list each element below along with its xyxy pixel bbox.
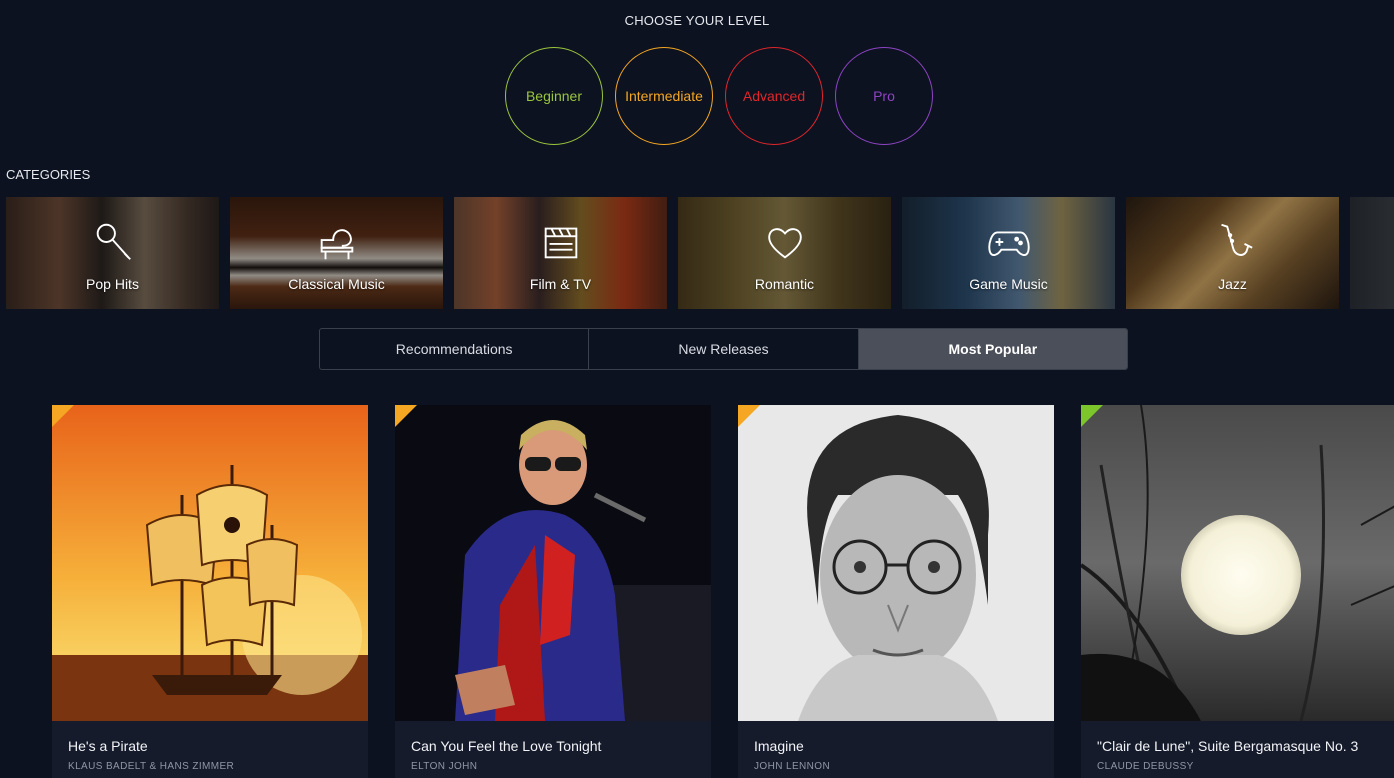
song-title: He's a Pirate [68, 738, 148, 754]
category-classical-music[interactable]: Classical Music [230, 197, 443, 309]
level-pro-button[interactable]: Pro [835, 47, 933, 145]
category-game-music[interactable]: Game Music [902, 197, 1115, 309]
difficulty-corner-marker [52, 405, 74, 427]
song-card[interactable]: Can You Feel the Love Tonight ELTON JOHN [395, 405, 711, 778]
tab-new-releases[interactable]: New Releases [589, 329, 859, 369]
level-intermediate-button[interactable]: Intermediate [615, 47, 713, 145]
categories-carousel: Pop Hits Classical Music Film & TV Roman… [6, 197, 1394, 309]
song-title: Can You Feel the Love Tonight [411, 738, 602, 754]
song-list-tabs: Recommendations New Releases Most Popula… [319, 328, 1128, 370]
category-label: Pop Hits [86, 276, 139, 292]
song-artist: JOHN LENNON [754, 761, 831, 772]
category-label: Game Music [969, 276, 1048, 292]
song-list: He's a Pirate KLAUS BADELT & HANS ZIMMER [52, 405, 1394, 778]
gamepad-icon [987, 231, 1030, 256]
tab-recommendations[interactable]: Recommendations [320, 329, 590, 369]
category-romantic[interactable]: Romantic [678, 197, 891, 309]
category-label: Romantic [754, 276, 815, 292]
song-title: Imagine [754, 738, 804, 754]
song-artist: CLAUDE DEBUSSY [1097, 761, 1194, 772]
category-jazz[interactable]: Jazz [1126, 197, 1339, 309]
difficulty-corner-marker [1081, 405, 1103, 427]
song-card[interactable]: Imagine JOHN LENNON [738, 405, 1054, 778]
song-title: "Clair de Lune", Suite Bergamasque No. 3 [1097, 738, 1359, 754]
tab-most-popular[interactable]: Most Popular [858, 329, 1127, 369]
category-label: Classical Music [288, 276, 385, 292]
categories-title: CATEGORIES [6, 167, 91, 182]
song-artwork [52, 405, 368, 721]
category-film-tv[interactable]: Film & TV [454, 197, 667, 309]
level-selector: Beginner Intermediate Advanced Pro [505, 47, 933, 145]
category-next-partial[interactable] [1350, 197, 1394, 309]
category-label: Jazz [1218, 276, 1247, 292]
song-artwork [395, 405, 711, 721]
song-artist: KLAUS BADELT & HANS ZIMMER [68, 761, 235, 772]
song-artwork [1081, 405, 1394, 721]
difficulty-corner-marker [395, 405, 417, 427]
category-label: Film & TV [529, 276, 592, 292]
level-advanced-button[interactable]: Advanced [725, 47, 823, 145]
saxophone-icon [1220, 223, 1253, 256]
level-section-title: CHOOSE YOUR LEVEL [624, 13, 770, 28]
difficulty-corner-marker [738, 405, 760, 427]
grand-piano-icon [320, 229, 353, 260]
song-card[interactable]: "Clair de Lune", Suite Bergamasque No. 3… [1081, 405, 1394, 778]
song-card[interactable]: He's a Pirate KLAUS BADELT & HANS ZIMMER [52, 405, 368, 778]
level-beginner-button[interactable]: Beginner [505, 47, 603, 145]
category-pop-hits[interactable]: Pop Hits [6, 197, 219, 309]
microphone-icon [96, 223, 131, 260]
song-artist: ELTON JOHN [411, 761, 478, 772]
song-artwork [738, 405, 1054, 721]
clapperboard-icon [544, 227, 577, 259]
heart-icon [767, 228, 802, 259]
